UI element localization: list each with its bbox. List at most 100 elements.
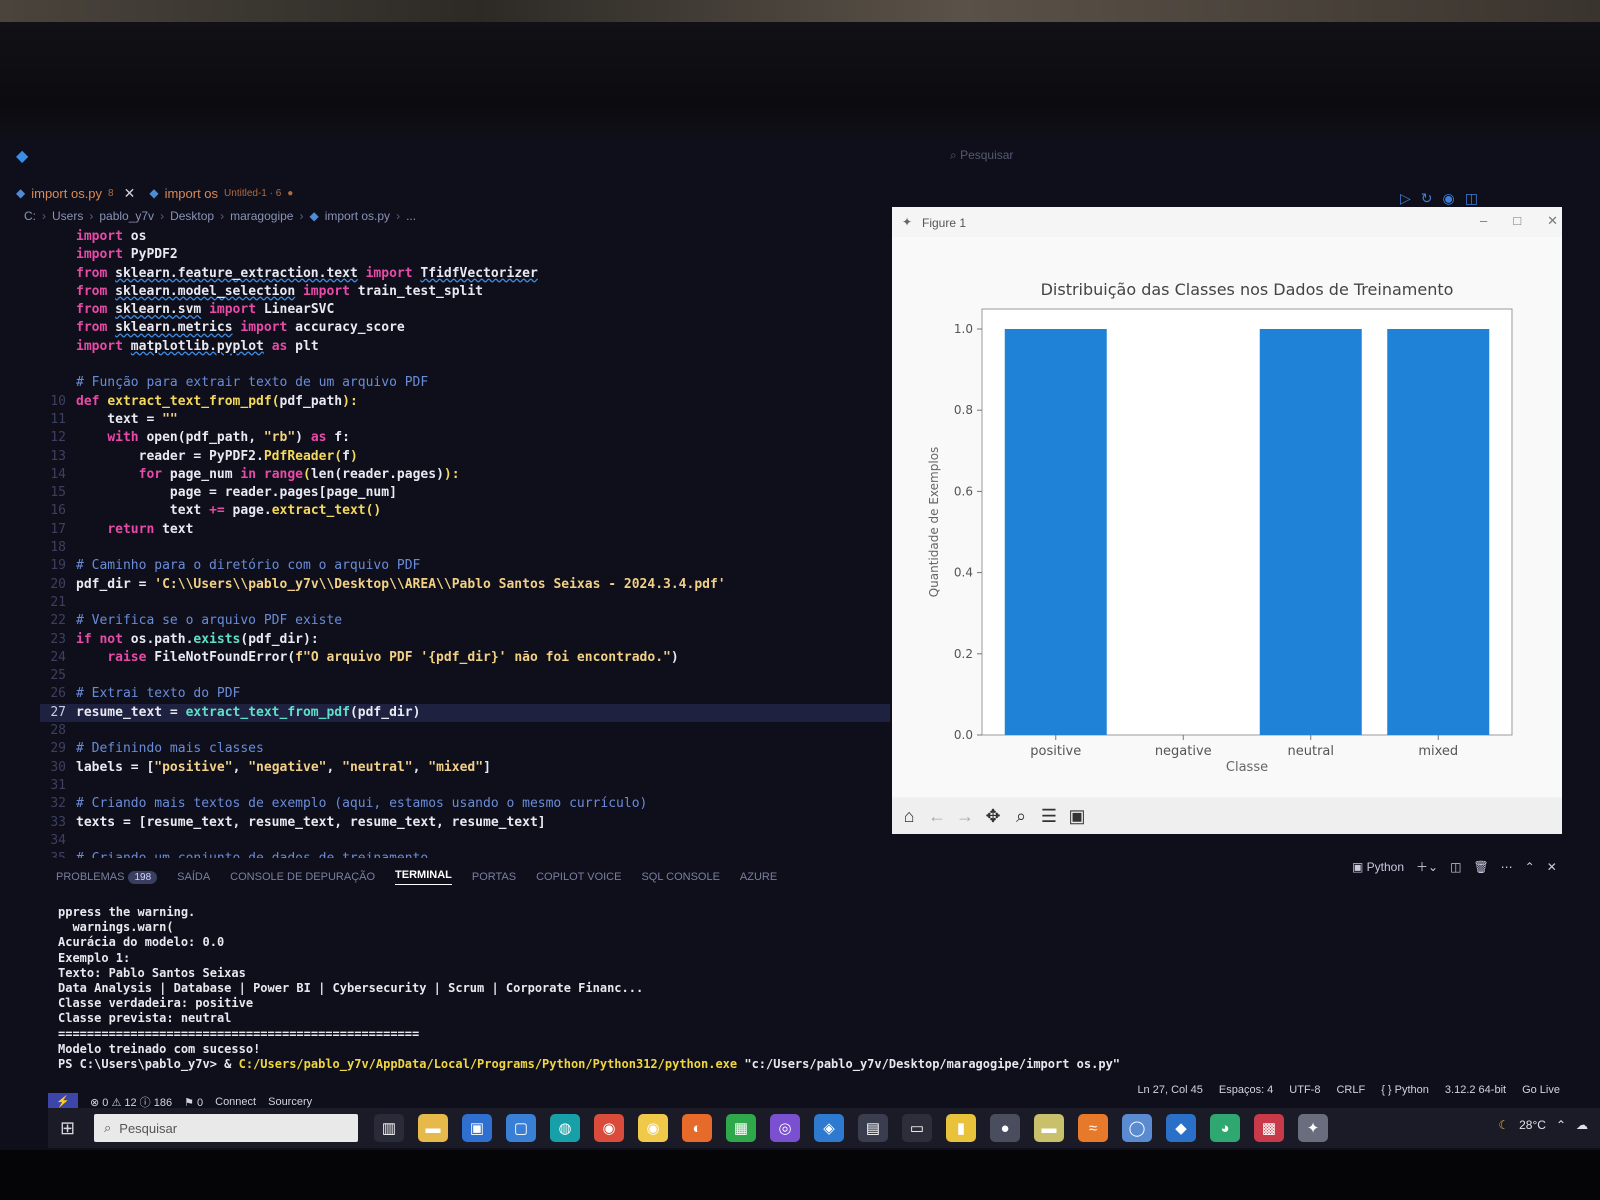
vscode-icon[interactable]: ◆ (1166, 1114, 1196, 1142)
weather-moon-icon[interactable]: ☾ (1498, 1118, 1509, 1132)
code-line[interactable]: 11 text = "" (40, 411, 890, 429)
panel-tab[interactable]: AZURE (740, 871, 777, 883)
terminal-icon[interactable]: ▭ (902, 1114, 932, 1142)
database-icon[interactable]: ◈ (814, 1114, 844, 1142)
panel-tab[interactable]: PROBLEMAS 198 (56, 871, 158, 884)
pan-icon[interactable]: ✥ (982, 806, 1004, 827)
breadcrumb-item[interactable]: Desktop (170, 209, 214, 223)
tab-import-os-untitled[interactable]: ◆ import os Untitled-1 · 6 ● (149, 180, 293, 206)
code-line[interactable]: 12 with open(pdf_path, "rb") as f: (40, 429, 890, 447)
code-line[interactable]: 15 page = reader.pages[page_num] (40, 484, 890, 502)
code-line[interactable]: 23 if not os.path.exists(pdf_dir): (40, 631, 890, 649)
breadcrumb-item[interactable]: import os.py (325, 209, 390, 223)
code-line[interactable]: 27 resume_text = extract_text_from_pdf(pd… (40, 703, 890, 723)
firefox-icon[interactable]: ◐ (682, 1114, 712, 1142)
app-grid-icon[interactable]: ▩ (1254, 1114, 1284, 1142)
code-line[interactable]: 20 pdf_dir = 'C:\\Users\\pablo_y7v\\Deskt… (40, 576, 890, 594)
code-line[interactable]: 22 # Verifica se o arquivo PDF existe (40, 612, 890, 630)
power-bi-icon[interactable]: ▮ (946, 1114, 976, 1142)
sourcery-button[interactable]: Sourcery (268, 1096, 312, 1108)
record-icon[interactable]: ◉ (1443, 190, 1455, 207)
forward-arrow-icon[interactable]: → (954, 806, 976, 827)
unsaved-dot-icon[interactable]: ● (287, 188, 293, 199)
taskbar-search[interactable]: ⌕ Pesquisar (94, 1114, 358, 1142)
cloud-icon[interactable]: ☁ (1576, 1118, 1588, 1132)
github-icon[interactable]: ◎ (770, 1114, 800, 1142)
sync-icon[interactable]: ↻ (1421, 190, 1433, 207)
code-line[interactable]: import os (40, 228, 890, 246)
connect-button[interactable]: Connect (215, 1096, 256, 1108)
app-globe-icon[interactable]: ◯ (1122, 1114, 1152, 1142)
breadcrumb-item[interactable]: ... (406, 209, 416, 223)
run-icon[interactable]: ▷ (1400, 190, 1411, 207)
panel-tab[interactable]: TERMINAL (395, 869, 452, 885)
chrome-canary-icon[interactable]: ◉ (638, 1114, 668, 1142)
chrome-icon[interactable]: ◉ (594, 1114, 624, 1142)
temperature[interactable]: 28°C (1519, 1118, 1546, 1132)
chat-icon[interactable]: ◕ (1210, 1114, 1240, 1142)
chevron-up-icon[interactable]: ⌃ (1556, 1118, 1566, 1132)
code-line[interactable]: 19 # Caminho para o diretório com o arqui… (40, 557, 890, 575)
close-icon[interactable]: ✕ (1547, 213, 1558, 229)
breadcrumb-item[interactable]: maragogipe (230, 209, 293, 223)
edge-browser-icon[interactable]: ◍ (550, 1114, 580, 1142)
zoom-icon[interactable]: ⌕ (1010, 806, 1032, 827)
panel-tab[interactable]: SQL CONSOLE (641, 871, 719, 883)
code-line[interactable]: 10 def extract_text_from_pdf(pdf_path): (40, 393, 890, 411)
terminal-output[interactable]: ppress the warning. warnings.warn(Acurác… (58, 905, 1538, 1072)
code-line[interactable]: from sklearn.model_selection import trai… (40, 283, 890, 301)
split-terminal-icon[interactable]: ◫ (1450, 860, 1461, 874)
code-line[interactable]: 16 text += page.extract_text() (40, 502, 890, 520)
code-line[interactable]: 34 (40, 832, 890, 850)
home-icon[interactable]: ⌂ (898, 806, 920, 827)
command-center-search[interactable]: ⌕ Pesquisar (950, 148, 1013, 163)
status-item[interactable]: Go Live (1522, 1084, 1560, 1096)
code-line[interactable]: import PyPDF2 (40, 246, 890, 264)
tab-import-os-py[interactable]: ◆ import os.py 8 ✕ (16, 180, 135, 206)
code-line[interactable]: from sklearn.svm import LinearSVC (40, 301, 890, 319)
code-line[interactable]: 13 reader = PyPDF2.PdfReader(f) (40, 448, 890, 466)
ports-count[interactable]: ⚑ 0 (184, 1096, 203, 1109)
notes-icon[interactable]: ▬ (1034, 1114, 1064, 1142)
status-item[interactable]: UTF-8 (1289, 1084, 1320, 1096)
code-line[interactable]: 30 labels = ["positive", "negative", "neu… (40, 759, 890, 777)
status-item[interactable]: CRLF (1336, 1084, 1365, 1096)
panel-tab[interactable]: PORTAS (472, 871, 516, 883)
configure-icon[interactable]: ☰ (1038, 806, 1060, 827)
status-item[interactable]: Espaços: 4 (1219, 1084, 1273, 1096)
new-terminal-icon[interactable]: ＋⌄ (1416, 858, 1438, 875)
python-figure-icon[interactable]: ✦ (1298, 1114, 1328, 1142)
app-circle-icon[interactable]: ● (990, 1114, 1020, 1142)
app-window-icon[interactable]: ▤ (858, 1114, 888, 1142)
store-icon[interactable]: ▣ (462, 1114, 492, 1142)
code-line[interactable]: 21 (40, 594, 890, 612)
more-icon[interactable]: ⋯ (1501, 860, 1513, 874)
maximize-icon[interactable]: □ (1513, 213, 1521, 229)
code-line[interactable]: 17 return text (40, 521, 890, 539)
terminal-shell-selector[interactable]: ▣ Python (1352, 860, 1404, 874)
status-item[interactable]: { } Python (1381, 1084, 1429, 1096)
code-line[interactable]: # Função para extrair texto de um arquiv… (40, 374, 890, 392)
code-line[interactable]: 25 (40, 667, 890, 685)
code-line[interactable]: 28 (40, 722, 890, 740)
pycharm-icon[interactable]: ▦ (726, 1114, 756, 1142)
status-item[interactable]: 3.12.2 64-bit (1445, 1084, 1506, 1096)
code-line[interactable]: 31 (40, 777, 890, 795)
status-item[interactable]: Ln 27, Col 45 (1137, 1084, 1202, 1096)
code-line[interactable]: import matplotlib.pyplot as plt (40, 338, 890, 356)
code-line[interactable]: 33 texts = [resume_text, resume_text, res… (40, 814, 890, 832)
code-line[interactable]: 35# Criando um conjunto de dados de trei… (40, 850, 890, 858)
save-icon[interactable]: ▣ (1066, 806, 1088, 827)
code-line[interactable]: 24 raise FileNotFoundError(f"O arquivo P… (40, 649, 890, 667)
panel-tab[interactable]: CONSOLE DE DEPURAÇÃO (230, 871, 375, 883)
back-arrow-icon[interactable]: ← (926, 806, 948, 827)
maximize-panel-icon[interactable]: ⌃ (1525, 860, 1535, 874)
task-view-icon[interactable]: ▥ (374, 1114, 404, 1142)
code-editor[interactable]: import os import PyPDF2 from sklearn.featu… (40, 228, 890, 858)
panel-tab[interactable]: COPILOT VOICE (536, 871, 621, 883)
code-line[interactable]: 29 # Definindo mais classes (40, 740, 890, 758)
windows-start-icon[interactable]: ⊞ (60, 1118, 75, 1139)
breadcrumb-item[interactable]: Users (52, 209, 83, 223)
code-line[interactable]: from sklearn.feature_extraction.text imp… (40, 265, 890, 283)
app-icon[interactable]: ▢ (506, 1114, 536, 1142)
